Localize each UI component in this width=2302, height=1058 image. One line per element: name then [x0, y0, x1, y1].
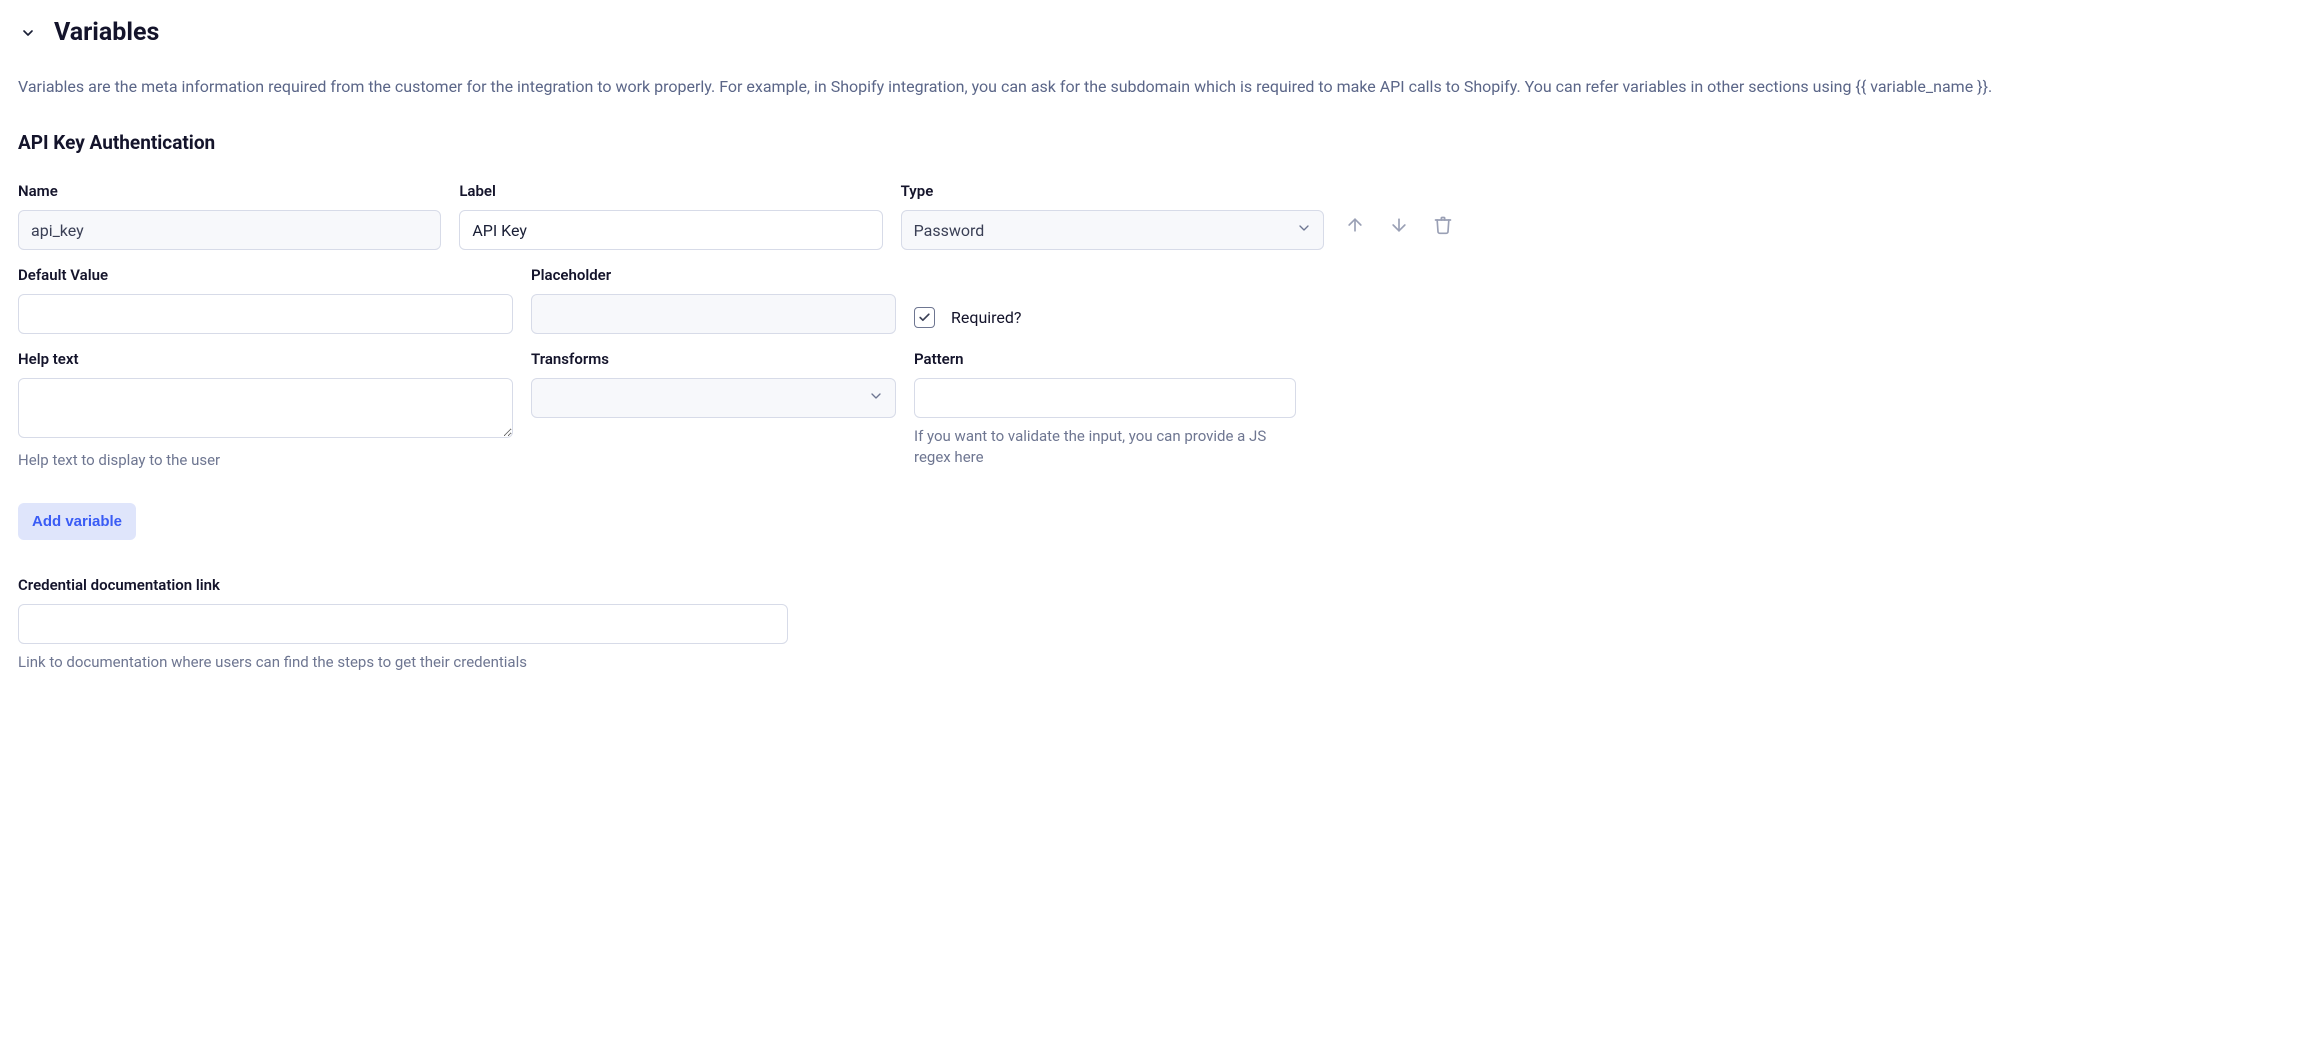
default-value-input[interactable]: [18, 294, 513, 334]
placeholder-input[interactable]: [531, 294, 896, 334]
pattern-label: Pattern: [914, 350, 1296, 368]
delete-button[interactable]: [1432, 214, 1454, 236]
transforms-label: Transforms: [531, 350, 896, 368]
row-actions: [1344, 182, 1454, 236]
add-variable-button[interactable]: Add variable: [18, 503, 136, 540]
credential-doc-input[interactable]: [18, 604, 788, 644]
placeholder-label: Placeholder: [531, 266, 896, 284]
credential-doc-label: Credential documentation link: [18, 576, 788, 594]
variable-row: Name Label Type Default Value: [18, 182, 2284, 471]
help-text-input[interactable]: [18, 378, 513, 438]
required-checkbox[interactable]: [914, 307, 935, 328]
required-label: Required?: [951, 308, 1022, 327]
pattern-hint: If you want to validate the input, you c…: [914, 426, 1296, 468]
credential-doc-section: Credential documentation link Link to do…: [18, 576, 788, 673]
label-input[interactable]: [459, 210, 882, 250]
type-label: Type: [901, 182, 1324, 200]
move-up-button[interactable]: [1344, 214, 1366, 236]
default-value-label: Default Value: [18, 266, 513, 284]
name-label: Name: [18, 182, 441, 200]
chevron-down-icon: [20, 25, 36, 41]
trash-icon: [1433, 215, 1453, 235]
collapse-toggle[interactable]: [18, 23, 38, 43]
type-select[interactable]: [901, 210, 1324, 250]
move-down-button[interactable]: [1388, 214, 1410, 236]
name-input[interactable]: [18, 210, 441, 250]
section-description: Variables are the meta information requi…: [18, 75, 2284, 99]
pattern-input[interactable]: [914, 378, 1296, 418]
help-text-hint: Help text to display to the user: [18, 450, 513, 471]
variable-fields: Name Label Type Default Value: [18, 182, 1324, 471]
transforms-select[interactable]: [531, 378, 896, 418]
help-text-label: Help text: [18, 350, 513, 368]
section-header: Variables: [18, 18, 2284, 47]
subsection-title: API Key Authentication: [18, 131, 2284, 154]
arrow-down-icon: [1389, 215, 1409, 235]
check-icon: [918, 311, 931, 324]
arrow-up-icon: [1345, 215, 1365, 235]
label-label: Label: [459, 182, 882, 200]
credential-doc-hint: Link to documentation where users can fi…: [18, 652, 788, 673]
section-title: Variables: [54, 18, 159, 47]
